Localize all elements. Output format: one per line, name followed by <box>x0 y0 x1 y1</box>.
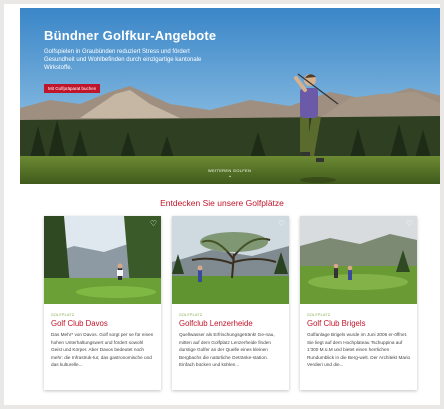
card-golf-club-brigels[interactable]: ♡ GOLFPLATZ Golf Club Brigels Golfanlage… <box>300 216 417 390</box>
favorite-heart-icon[interactable]: ♡ <box>150 219 157 228</box>
card-image <box>300 216 417 304</box>
favorite-heart-icon[interactable]: ♡ <box>406 219 413 228</box>
hero-banner: Bündner Golfkur-Angebote Golfspielen in … <box>20 8 440 184</box>
card-title[interactable]: Golf Club Brigels <box>307 319 366 328</box>
card-golfclub-lenzerheide[interactable]: ♡ GOLFPLATZ Golfclub Lenzerheide Quellwa… <box>172 216 289 390</box>
hero-subtitle: Golfspielen in Graubünden reduziert Stre… <box>44 49 202 71</box>
card-category: GOLFPLATZ <box>51 313 75 317</box>
chevron-down-icon[interactable]: ⌄ <box>228 173 232 179</box>
hero-title: Bündner Golfkur-Angebote <box>44 28 217 43</box>
card-image <box>44 216 161 304</box>
card-text: Quellwasser als Erfrischungsgetränk! Ge-… <box>179 332 275 368</box>
card-category: GOLFPLATZ <box>179 313 203 317</box>
card-text: Golfanlage Brigels wurde im Juni 2006 er… <box>307 332 411 368</box>
card-title[interactable]: Golfclub Lenzerheide <box>179 319 253 328</box>
card-title[interactable]: Golf Club Davos <box>51 319 108 328</box>
card-text: Das Mehr* von Davos. Golf sorgt per se f… <box>51 332 154 368</box>
card-golf-club-davos[interactable]: ♡ GOLFPLATZ Golf Club Davos Das Mehr* vo… <box>44 216 161 390</box>
favorite-heart-icon[interactable]: ♡ <box>278 219 285 228</box>
card-category: GOLFPLATZ <box>307 313 331 317</box>
section-title: Entdecken Sie unsere Golfplätze <box>160 198 284 208</box>
page: Bündner Golfkur-Angebote Golfspielen in … <box>4 4 440 405</box>
book-button[interactable]: Mit Golfpräparat buchen <box>44 84 101 93</box>
card-image <box>172 216 289 304</box>
